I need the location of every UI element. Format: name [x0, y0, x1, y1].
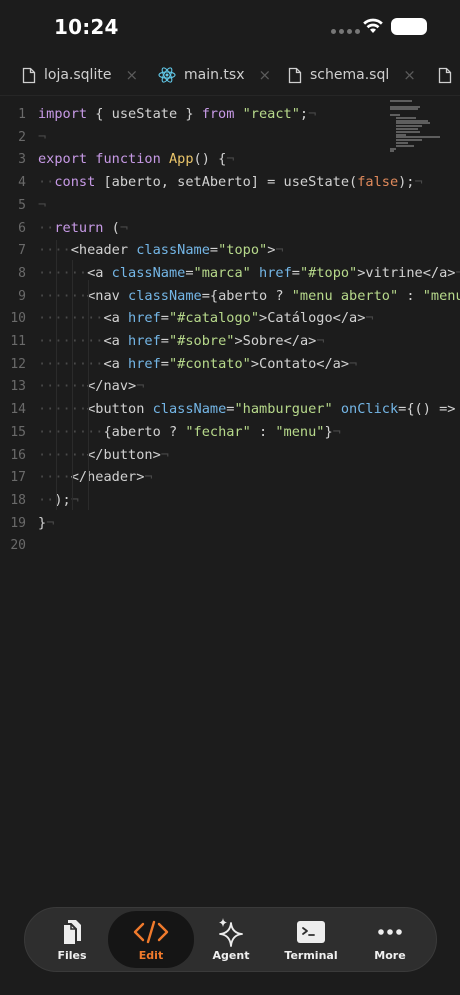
file-icon — [22, 67, 36, 83]
toolbar-terminal-button[interactable]: Terminal — [271, 908, 351, 971]
toolbar-label: Terminal — [284, 949, 338, 962]
code-line[interactable]: ¬ — [38, 194, 46, 216]
tab-label: schema.sql — [310, 67, 390, 83]
toolbar-label: Edit — [138, 949, 164, 962]
wifi-icon — [363, 18, 383, 33]
minimap[interactable] — [390, 100, 446, 160]
line-number: 5 — [18, 197, 26, 213]
close-icon[interactable]: × — [125, 66, 138, 84]
line-number: 4 — [18, 175, 26, 191]
line-number: 1 — [18, 107, 26, 122]
minimap-line — [390, 114, 400, 116]
code-line[interactable]: export function App() {¬ — [38, 148, 234, 170]
line-number: 10 — [10, 311, 26, 327]
tab-schema-sql[interactable]: schema.sql × — [288, 56, 416, 94]
toolbar-agent-button[interactable]: Agent — [191, 908, 271, 971]
minimap-line — [390, 108, 418, 111]
minimap-line — [390, 150, 394, 153]
line-number: 9 — [18, 288, 26, 304]
minimap-line — [396, 119, 428, 122]
minimap-line — [396, 139, 422, 142]
minimap-line — [390, 105, 420, 108]
line-number: 7 — [18, 243, 26, 259]
tab-label: main.tsx — [184, 67, 245, 83]
code-line[interactable]: ········{aberto ? "fechar" : "menu"}¬ — [38, 421, 341, 443]
line-number: 14 — [10, 402, 26, 418]
close-icon[interactable]: × — [259, 66, 272, 84]
toolbar-label: Files — [57, 949, 87, 962]
bottom-toolbar: Files Edit Agent Terminal More — [24, 907, 437, 972]
file-tabs: loja.sqlite × main.tsx × schema.sql × — [0, 56, 460, 96]
line-number: 12 — [10, 356, 26, 372]
minimap-line — [396, 144, 414, 147]
code-icon — [133, 920, 169, 944]
code-line[interactable]: import { useState } from "react";¬ — [38, 103, 316, 125]
file-icon — [288, 67, 302, 83]
files-icon — [62, 920, 81, 946]
file-icon — [438, 67, 452, 83]
line-number: 11 — [10, 334, 26, 349]
toolbar-files-button[interactable]: Files — [32, 908, 112, 971]
line-number: 18 — [10, 492, 26, 508]
indent-guide — [72, 260, 73, 510]
tab-loja-sqlite[interactable]: loja.sqlite × — [22, 56, 138, 94]
code-line[interactable]: ····<header className="topo">¬ — [38, 239, 284, 261]
code-line[interactable]: ······<button className="hamburguer" onC… — [38, 398, 460, 420]
react-icon — [158, 67, 176, 83]
more-icon — [378, 929, 402, 935]
minimap-line — [396, 142, 408, 144]
battery-icon — [391, 18, 427, 35]
tab-label: loja.sqlite — [44, 67, 112, 83]
line-number: 19 — [10, 515, 26, 531]
code-line[interactable]: ··return (¬ — [38, 217, 128, 239]
line-number: 15 — [10, 424, 26, 440]
code-line[interactable]: ··const [aberto, setAberto] = useState(f… — [38, 171, 423, 193]
code-line[interactable]: ······</button>¬ — [38, 444, 169, 466]
toolbar-label: Agent — [212, 949, 250, 962]
indent-guide — [56, 240, 57, 510]
line-number: 20 — [10, 538, 26, 554]
line-number: 3 — [18, 152, 26, 168]
sparkle-icon — [219, 918, 243, 947]
minimap-line — [396, 128, 418, 130]
minimap-line — [396, 130, 420, 133]
minimap-line — [396, 133, 406, 136]
status-bar: 10:24 — [0, 0, 460, 56]
code-line[interactable]: }¬ — [38, 512, 54, 534]
code-line[interactable]: ······<nav className={aberto ? "menu abe… — [38, 285, 460, 307]
terminal-icon — [297, 921, 325, 943]
line-number: 8 — [18, 265, 26, 281]
code-line[interactable]: ········<a href="#sobre">Sobre</a>¬ — [38, 330, 325, 352]
line-number: 6 — [18, 220, 26, 236]
status-time: 10:24 — [54, 15, 119, 39]
tab-next-file[interactable] — [438, 56, 452, 94]
line-number: 16 — [10, 447, 26, 463]
line-number: 2 — [18, 129, 26, 145]
status-dots — [331, 29, 360, 34]
minimap-line — [390, 147, 396, 150]
code-line[interactable]: ¬ — [38, 126, 46, 148]
code-editor[interactable]: 1 2 3 4 5 6 7 8 9 10 11 12 13 14 15 16 17 18 19 20 import {… — [0, 100, 460, 900]
code-line[interactable]: ········<a href="#contato">Contato</a>¬ — [38, 353, 357, 375]
line-number: 13 — [10, 379, 26, 395]
close-icon[interactable]: × — [403, 66, 416, 84]
code-line[interactable]: ······<a className="marca" href="#topo">… — [38, 262, 460, 284]
toolbar-edit-button[interactable]: Edit — [108, 911, 194, 968]
code-line[interactable]: ······</nav>¬ — [38, 375, 144, 397]
indent-guide — [88, 280, 89, 510]
toolbar-more-button[interactable]: More — [350, 908, 430, 971]
minimap-line — [396, 136, 440, 139]
minimap-line — [396, 125, 422, 128]
line-number: 17 — [10, 470, 26, 486]
minimap-line — [396, 122, 430, 125]
toolbar-label: More — [374, 949, 406, 962]
minimap-line — [396, 116, 416, 119]
minimap-line — [390, 100, 412, 102]
tab-main-tsx[interactable]: main.tsx × — [158, 56, 271, 94]
